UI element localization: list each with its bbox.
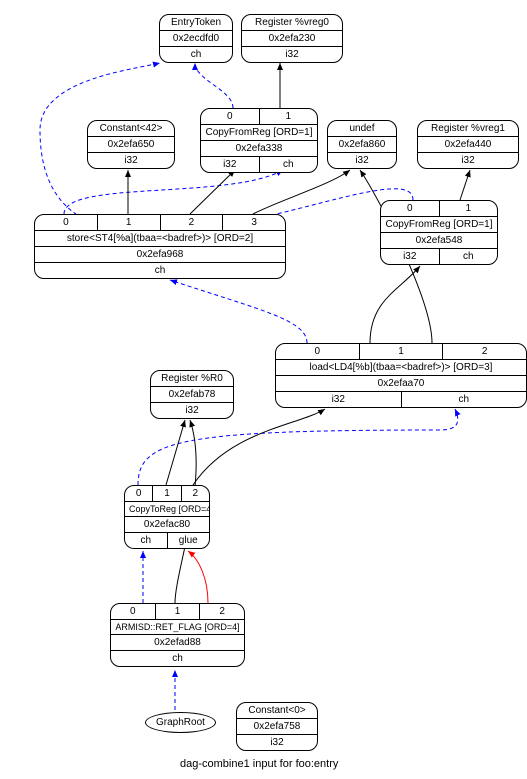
node-in: 1 — [440, 201, 498, 216]
node-label: EntryToken — [160, 15, 232, 30]
node-label: CopyToReg [ORD=4] — [125, 502, 210, 516]
node-in: 0 — [276, 344, 360, 359]
node-out: i32 — [237, 735, 317, 750]
diagram-caption: dag-combine1 input for foo:entry — [180, 758, 338, 770]
node-addr: 0x2efaa70 — [276, 376, 526, 391]
node-label: GraphRoot — [156, 717, 205, 728]
node-addr: 0x2efac80 — [125, 517, 209, 532]
node-label: Constant<42> — [88, 121, 174, 136]
node-addr: 0x2efa968 — [35, 247, 285, 262]
node-in: 2 — [182, 486, 209, 501]
node-label: Register %R0 — [151, 371, 233, 386]
node-addr: 0x2ecdfd0 — [160, 31, 232, 46]
node-out: ch — [260, 157, 318, 172]
node-label: Register %vreg1 — [418, 121, 518, 136]
node-reg-r0: Register %R0 0x2efab78 i32 — [150, 370, 234, 419]
node-in: 1 — [153, 486, 181, 501]
node-addr: 0x2efad88 — [111, 635, 244, 650]
node-out: ch — [35, 263, 285, 278]
node-out: ch — [125, 533, 168, 548]
node-in: 1 — [98, 215, 161, 230]
node-addr: 0x2efa860 — [328, 137, 396, 152]
node-out: ch — [160, 47, 232, 62]
node-out: ch — [402, 392, 527, 407]
node-out: i32 — [328, 153, 396, 168]
node-label: load<LD4[%b](tbaa=<badref>)> [ORD=3] — [276, 360, 526, 375]
node-out: i32 — [381, 249, 440, 264]
node-addr: 0x2efa758 — [237, 719, 317, 734]
node-addr: 0x2efa338 — [201, 141, 317, 156]
node-out: ch — [111, 651, 244, 666]
node-in: 3 — [223, 215, 285, 230]
node-store-968: 0 1 2 3 store<ST4[%a](tbaa=<badref>)> [O… — [34, 214, 286, 279]
node-out: i32 — [418, 153, 518, 168]
node-const0: Constant<0> 0x2efa758 i32 — [236, 702, 318, 751]
node-label: undef — [328, 121, 396, 136]
node-in: 1 — [360, 344, 444, 359]
node-label: Constant<0> — [237, 703, 317, 718]
node-in: 2 — [161, 215, 224, 230]
node-entrytoken: EntryToken 0x2ecdfd0 ch — [159, 14, 233, 63]
node-ctr-c80: 0 1 2 CopyToReg [ORD=4] 0x2efac80 ch glu… — [124, 485, 210, 549]
node-addr: 0x2efa230 — [242, 31, 342, 46]
node-in: 2 — [200, 604, 244, 619]
node-in: 0 — [125, 486, 153, 501]
node-in: 0 — [35, 215, 98, 230]
node-in: 0 — [381, 201, 440, 216]
node-reg-vreg1: Register %vreg1 0x2efa440 i32 — [417, 120, 519, 169]
node-const42: Constant<42> 0x2efa650 i32 — [87, 120, 175, 169]
node-out: i32 — [276, 392, 402, 407]
node-in: 1 — [260, 109, 318, 124]
node-addr: 0x2efa440 — [418, 137, 518, 152]
node-addr: 0x2efa548 — [381, 233, 497, 248]
node-undef: undef 0x2efa860 i32 — [327, 120, 397, 169]
node-ret-d88: 0 1 2 ARMISD::RET_FLAG [ORD=4] 0x2efad88… — [110, 603, 245, 667]
node-in: 2 — [443, 344, 526, 359]
node-in: 0 — [201, 109, 260, 124]
node-label: CopyFromReg [ORD=1] — [381, 217, 497, 232]
node-label: Register %vreg0 — [242, 15, 342, 30]
node-in: 0 — [111, 604, 156, 619]
node-addr: 0x2efa650 — [88, 137, 174, 152]
node-out: i32 — [242, 47, 342, 62]
node-out: i32 — [88, 153, 174, 168]
node-in: 1 — [156, 604, 201, 619]
node-label: store<ST4[%a](tbaa=<badref>)> [ORD=2] — [35, 231, 285, 246]
node-addr: 0x2efab78 — [151, 387, 233, 402]
node-out: glue — [168, 533, 210, 548]
node-load-a70: 0 1 2 load<LD4[%b](tbaa=<badref>)> [ORD=… — [275, 343, 527, 408]
node-cfr-338: 0 1 CopyFromReg [ORD=1] 0x2efa338 i32 ch — [200, 108, 318, 173]
node-out: i32 — [151, 403, 233, 418]
node-out: i32 — [201, 157, 260, 172]
node-reg-vreg0: Register %vreg0 0x2efa230 i32 — [241, 14, 343, 63]
node-out: ch — [440, 249, 498, 264]
node-label: ARMISD::RET_FLAG [ORD=4] — [111, 620, 244, 634]
node-graphroot: GraphRoot — [145, 712, 216, 733]
node-label: CopyFromReg [ORD=1] — [201, 125, 317, 140]
node-cfr-548: 0 1 CopyFromReg [ORD=1] 0x2efa548 i32 ch — [380, 200, 498, 265]
